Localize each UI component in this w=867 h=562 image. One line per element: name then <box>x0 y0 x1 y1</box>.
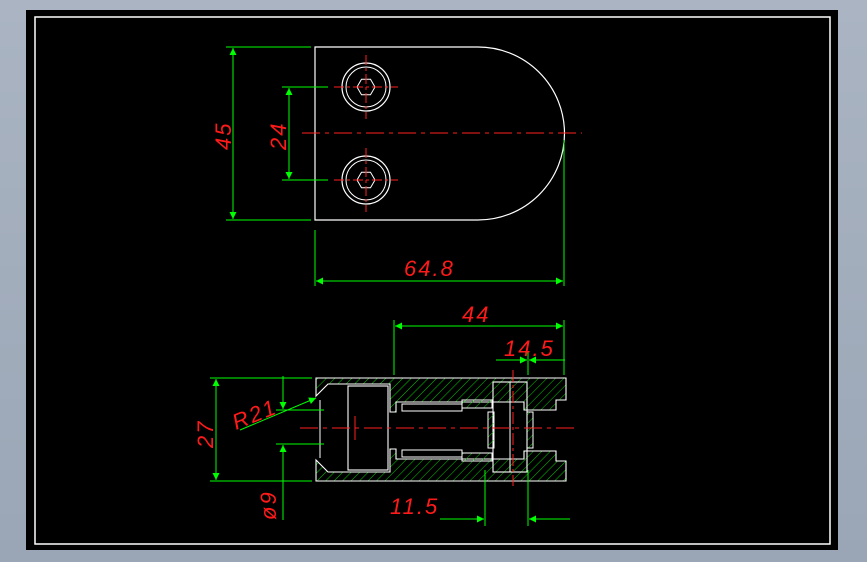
drawing-canvas: 45 24 64.8 44 14.5 27 R21 ø9 11.5 <box>26 10 838 550</box>
section-body-upper <box>315 377 567 413</box>
dim-label-45: 45 <box>211 122 236 150</box>
dim-label-14-5: 14.5 <box>504 336 555 361</box>
lower-hole <box>334 148 398 212</box>
dim-label-r21: R21 <box>229 394 281 435</box>
dim-label-24: 24 <box>266 122 291 151</box>
section-view: 44 14.5 27 R21 ø9 11.5 <box>193 302 578 526</box>
top-view: 45 24 64.8 <box>211 46 582 286</box>
dim-label-11-5: 11.5 <box>390 494 439 519</box>
dim-height-27 <box>210 377 312 482</box>
dim-bore-9 <box>276 376 324 520</box>
dim-label-27: 27 <box>193 420 218 449</box>
dim-label-44: 44 <box>462 302 490 327</box>
dim-label-64-8: 64.8 <box>404 256 455 281</box>
upper-hole <box>334 55 398 119</box>
dim-label-bore: ø9 <box>256 490 281 520</box>
